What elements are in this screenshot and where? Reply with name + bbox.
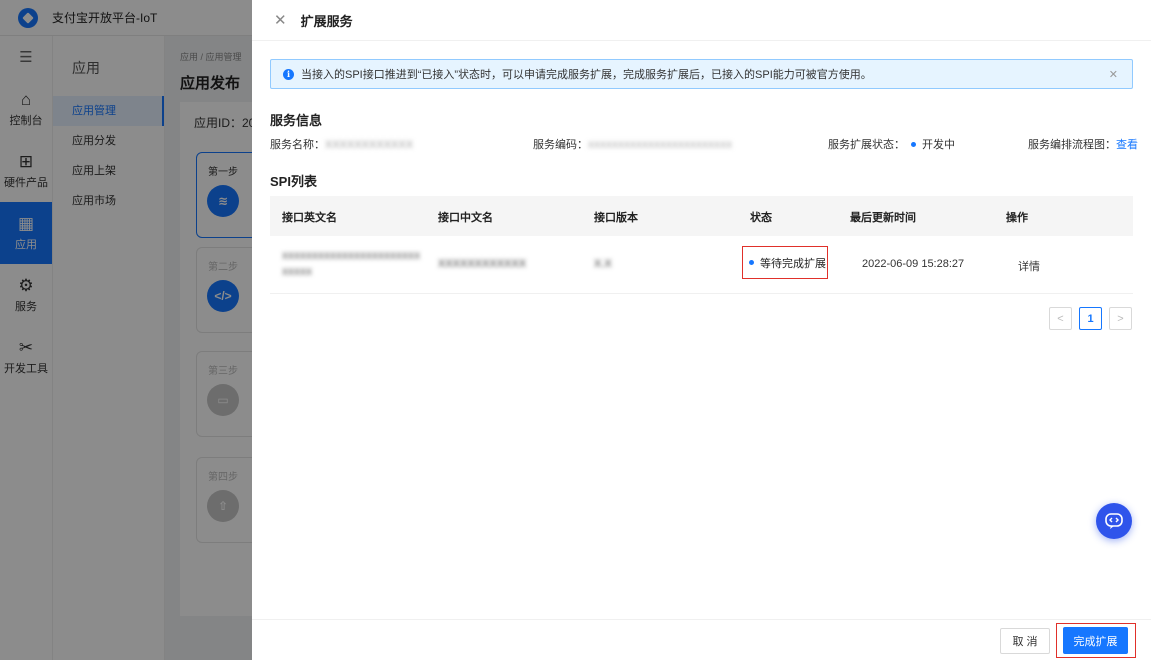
service-code: 服务编码：XXXXXXXXXXXXXXXXXXXXXXXX (533, 136, 732, 152)
view-flow-link[interactable]: 查看 (1116, 139, 1138, 151)
next-page-button[interactable]: > (1109, 307, 1132, 330)
service-status: 服务扩展状态： 开发中 (828, 136, 955, 152)
column-header: 接口版本 (594, 212, 638, 224)
info-icon: i (283, 68, 294, 80)
column-header: 状态 (750, 212, 772, 224)
service-flow: 服务编排流程图：查看 (1028, 136, 1138, 152)
spi-status: 等待完成扩展 (742, 246, 828, 279)
service-status-label: 服务扩展状态： (828, 139, 905, 151)
service-code-value: XXXXXXXXXXXXXXXXXXXXXXXX (588, 140, 733, 150)
table-row: XXXXXXXXXXXXXXXXXXXXXXX XXXXX XXXXXXXXXX… (270, 236, 1133, 294)
code-chat-icon (1105, 513, 1123, 529)
extend-service-drawer: ✕ 扩展服务 i 当接入的SPI接口推进到“已接入”状态时，可以申请完成服务扩展… (252, 0, 1151, 660)
pagination: < 1 > (1042, 307, 1132, 330)
column-header: 最后更新时间 (850, 212, 916, 224)
page-1-button[interactable]: 1 (1079, 307, 1102, 330)
spi-version: X.X (594, 258, 612, 270)
service-name: 服务名称：XXXXXXXXXXXX (270, 136, 413, 152)
service-code-label: 服务编码： (533, 139, 588, 151)
status-dot-icon (911, 142, 916, 148)
column-header: 接口英文名 (282, 212, 337, 224)
service-flow-label: 服务编排流程图： (1028, 139, 1116, 151)
spi-en-name-cont: XXXXX (282, 267, 313, 277)
spi-status-text: 等待完成扩展 (760, 257, 826, 270)
info-alert: i 当接入的SPI接口推进到“已接入”状态时，可以申请完成服务扩展，完成服务扩展… (270, 59, 1133, 89)
service-info-row: 服务名称：XXXXXXXXXXXX 服务编码：XXXXXXXXXXXXXXXXX… (270, 136, 1138, 152)
service-status-value: 开发中 (922, 139, 955, 151)
spi-list-heading: SPI列表 (270, 174, 317, 189)
drawer-title: 扩展服务 (300, 13, 353, 29)
spi-en-name: XXXXXXXXXXXXXXXXXXXXXXX (282, 251, 421, 261)
complete-extension-button[interactable]: 完成扩展 (1063, 627, 1128, 654)
drawer-footer: 取 消 完成扩展 (252, 619, 1151, 660)
service-name-label: 服务名称： (270, 139, 325, 151)
dev-assistant-button[interactable] (1096, 503, 1132, 539)
service-name-value: XXXXXXXXXXXX (325, 139, 414, 151)
alert-close-icon[interactable]: ✕ (1109, 68, 1118, 81)
service-info-heading: 服务信息 (270, 113, 323, 128)
spi-cn-name: XXXXXXXXXXXX (438, 258, 527, 270)
spi-updated-time: 2022-06-09 15:28:27 (862, 258, 965, 270)
table-header: 接口英文名 接口中文名 接口版本 状态 最后更新时间 操作 (270, 196, 1133, 236)
detail-link[interactable]: 详情 (1018, 258, 1040, 274)
status-dot-icon (749, 260, 754, 265)
close-icon[interactable]: ✕ (274, 13, 287, 28)
spi-table: 接口英文名 接口中文名 接口版本 状态 最后更新时间 操作 XXXXXXXXXX… (270, 196, 1133, 294)
prev-page-button[interactable]: < (1049, 307, 1072, 330)
alert-text: 当接入的SPI接口推进到“已接入”状态时，可以申请完成服务扩展，完成服务扩展后，… (301, 69, 872, 81)
cancel-button[interactable]: 取 消 (1000, 628, 1050, 654)
column-header: 接口中文名 (438, 212, 493, 224)
column-header: 操作 (1006, 212, 1028, 224)
drawer-header: ✕ 扩展服务 (252, 0, 1151, 41)
